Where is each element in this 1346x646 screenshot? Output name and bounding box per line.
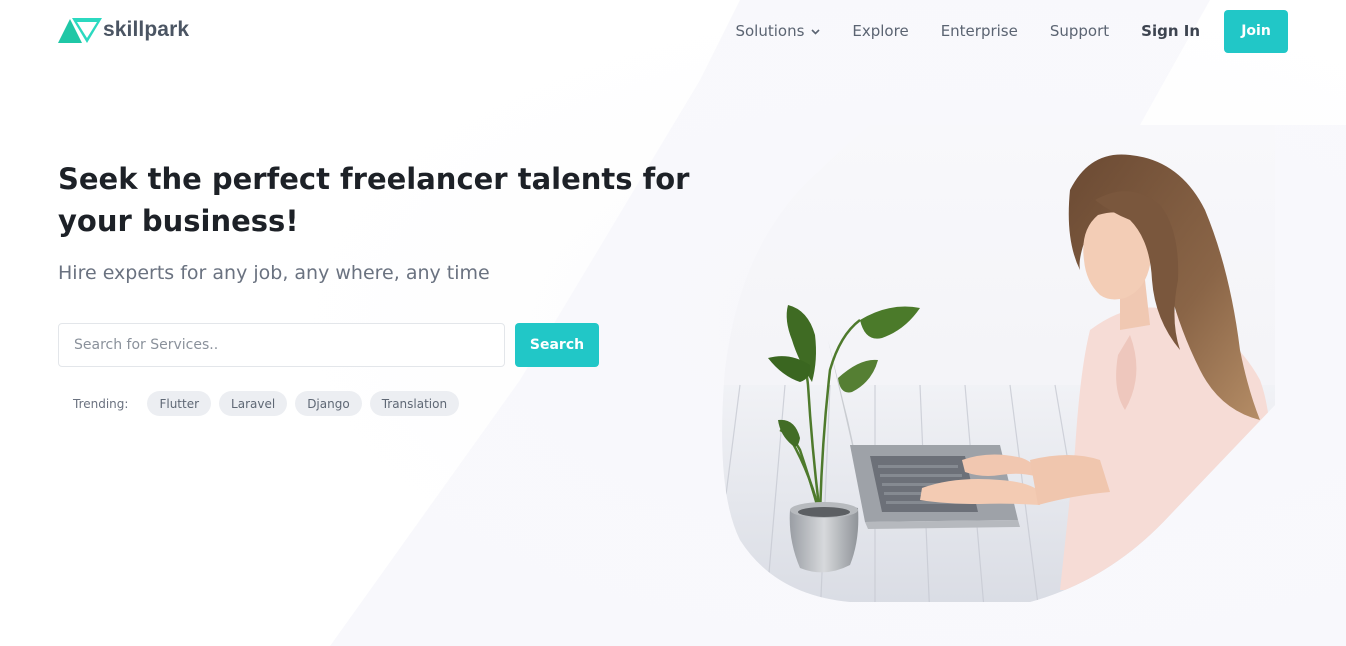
main-nav: Solutions Explore Enterprise Support Sig…: [735, 0, 1288, 62]
chevron-down-icon: [811, 28, 820, 35]
nav-solutions[interactable]: Solutions: [735, 22, 820, 40]
brand-name: skillpark: [103, 18, 190, 41]
sign-in-link[interactable]: Sign In: [1141, 22, 1200, 40]
hero-subtitle: Hire experts for any job, any where, any…: [58, 262, 490, 284]
trending-tag-laravel[interactable]: Laravel: [219, 391, 288, 416]
trending-tags: Trending: Flutter Laravel Django Transla…: [73, 391, 467, 416]
site-header: skillpark Solutions Explore Enterprise S…: [0, 0, 1346, 62]
trending-tag-flutter[interactable]: Flutter: [147, 391, 212, 416]
logo[interactable]: skillpark: [58, 16, 189, 44]
hero-title: Seek the perfect freelancer talents for …: [58, 158, 690, 242]
trending-label: Trending:: [73, 396, 129, 411]
hero-title-line-1: Seek the perfect freelancer talents for: [58, 162, 690, 196]
nav-enterprise[interactable]: Enterprise: [941, 22, 1018, 40]
hero-title-line-2: your business!: [58, 204, 299, 238]
join-button[interactable]: Join: [1224, 9, 1288, 53]
search-input[interactable]: [58, 323, 505, 367]
hero-illustration: [722, 125, 1275, 602]
search-button[interactable]: Search: [515, 323, 599, 367]
trending-tag-translation[interactable]: Translation: [369, 391, 460, 416]
trending-tag-django[interactable]: Django: [295, 391, 362, 416]
nav-support[interactable]: Support: [1050, 22, 1109, 40]
nav-solutions-label: Solutions: [735, 22, 805, 40]
skillpark-logo-icon: [58, 18, 102, 43]
nav-explore[interactable]: Explore: [852, 22, 908, 40]
